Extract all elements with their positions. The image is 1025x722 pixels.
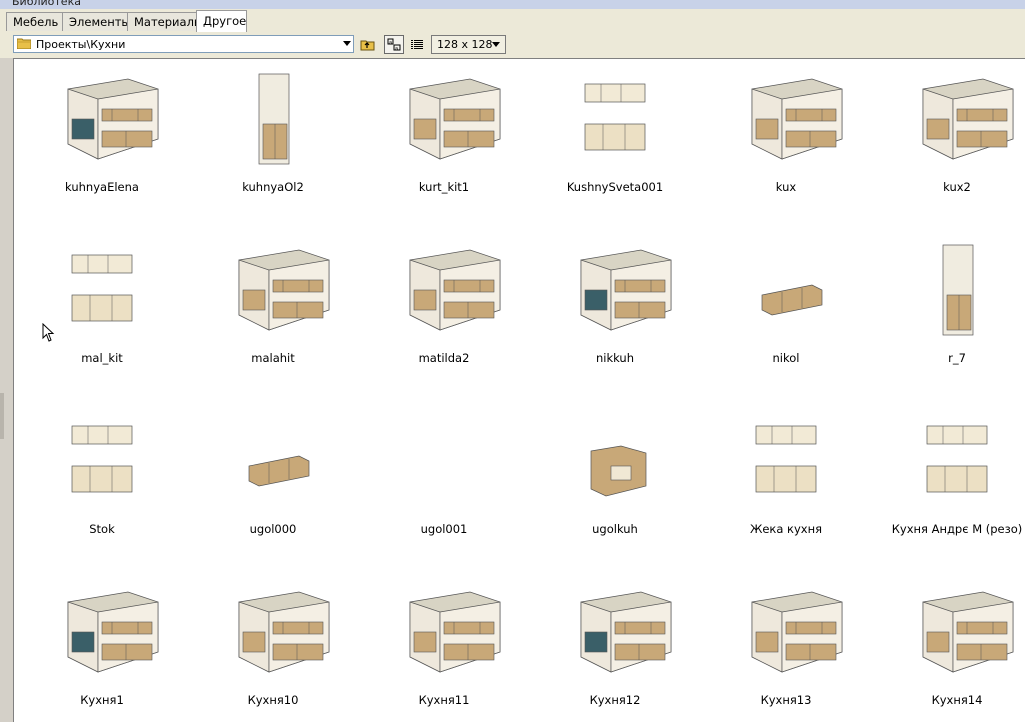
- library-item[interactable]: ugolkuh: [535, 411, 695, 561]
- path-text: Проекты\Кухни: [36, 38, 126, 51]
- library-item[interactable]: Кухня11: [364, 582, 524, 722]
- kitchen-thumbnail-icon: [258, 73, 290, 165]
- kitchen-thumbnail-icon: [409, 591, 501, 673]
- library-item[interactable]: r_7: [877, 240, 1025, 390]
- library-item-label: Кухня1: [80, 693, 124, 707]
- kitchen-thumbnail-icon: [751, 591, 843, 673]
- library-item[interactable]: Кухня Андрє М (резо): [877, 411, 1025, 561]
- list-view-icon: [411, 40, 423, 49]
- kitchen-thumbnail-icon: [580, 591, 672, 673]
- mouse-cursor-icon: [42, 323, 55, 342]
- svg-text:a: a: [389, 40, 392, 46]
- folder-up-button[interactable]: [358, 35, 378, 54]
- window-title: Библиотека: [12, 0, 81, 8]
- library-item[interactable]: kuhnyaOl2: [193, 69, 353, 219]
- library-item-label: kux2: [943, 180, 971, 194]
- large-icons-view-button[interactable]: a a: [384, 35, 404, 54]
- chevron-down-icon[interactable]: [343, 41, 351, 46]
- path-dropdown[interactable]: Проекты\Кухни: [13, 35, 354, 53]
- library-item[interactable]: kux2: [877, 69, 1025, 219]
- library-item-label: matilda2: [418, 351, 470, 365]
- library-item-label: Stok: [89, 522, 115, 536]
- kitchen-thumbnail-icon: [409, 249, 501, 331]
- kitchen-thumbnail-icon: [922, 591, 1014, 673]
- library-item-label: Кухня13: [760, 693, 812, 707]
- kitchen-thumbnail-icon: [248, 455, 310, 487]
- library-item-label: malahit: [251, 351, 295, 365]
- thumbnail-size-select[interactable]: 128 x 128: [431, 35, 506, 54]
- kitchen-thumbnail-icon: [922, 78, 1014, 160]
- tab-elements[interactable]: Элементы: [62, 12, 131, 31]
- library-item[interactable]: malahit: [193, 240, 353, 390]
- library-item[interactable]: Кухня1: [22, 582, 182, 722]
- library-item[interactable]: ugol001: [364, 411, 524, 561]
- library-item[interactable]: mal_kit: [22, 240, 182, 390]
- kitchen-thumbnail-icon: [590, 445, 647, 497]
- library-item[interactable]: Кухня12: [535, 582, 695, 722]
- library-item[interactable]: kurt_kit1: [364, 69, 524, 219]
- library-item[interactable]: ugol000: [193, 411, 353, 561]
- library-item-label: Кухня10: [247, 693, 299, 707]
- kitchen-thumbnail-icon: [71, 425, 133, 493]
- library-item-label: Жека кухня: [749, 522, 823, 536]
- library-item-label: kux: [775, 180, 797, 194]
- library-item[interactable]: matilda2: [364, 240, 524, 390]
- library-item[interactable]: nikkuh: [535, 240, 695, 390]
- library-item[interactable]: kux: [706, 69, 866, 219]
- thumbnail-size-value: 128 x 128: [437, 38, 493, 51]
- library-item[interactable]: kuhnyaElena: [22, 69, 182, 219]
- library-item-label: ugol000: [249, 522, 297, 536]
- library-item[interactable]: Кухня10: [193, 582, 353, 722]
- left-splitter[interactable]: [0, 58, 5, 721]
- kitchen-thumbnail-icon: [238, 591, 330, 673]
- kitchen-thumbnail-icon: [580, 249, 672, 331]
- tab-furniture[interactable]: Мебель: [6, 12, 63, 31]
- list-view-button[interactable]: [407, 35, 427, 54]
- library-item-label: Кухня Андрє М (резо): [891, 522, 1023, 536]
- kitchen-thumbnail-icon: [926, 425, 988, 493]
- library-item[interactable]: KushnySveta001: [535, 69, 695, 219]
- library-item-label: Кухня12: [589, 693, 641, 707]
- kitchen-thumbnail-icon: [942, 244, 974, 336]
- kitchen-thumbnail-icon: [67, 591, 159, 673]
- library-item-label: KushnySveta001: [566, 180, 664, 194]
- kitchen-thumbnail-icon: [751, 78, 843, 160]
- tab-materials[interactable]: Материалы: [127, 12, 203, 31]
- kitchen-thumbnail-icon: [584, 83, 646, 151]
- kitchen-thumbnail-icon: [761, 284, 823, 316]
- library-item-label: Кухня11: [418, 693, 470, 707]
- library-item-label: kuhnyaOl2: [242, 180, 304, 194]
- library-item-label: ugol001: [420, 522, 468, 536]
- folder-icon: [17, 38, 31, 49]
- library-item-label: kuhnyaElena: [65, 180, 139, 194]
- library-item-label: nikkuh: [595, 351, 635, 365]
- library-item[interactable]: Жека кухня: [706, 411, 866, 561]
- thumbnail-grid: kuhnyaElena kuhnyaOl2 kurt_kit1 KushnySveta…: [13, 58, 1025, 722]
- library-item[interactable]: Кухня14: [877, 582, 1025, 722]
- library-item-label: r_7: [948, 351, 966, 365]
- library-item[interactable]: Stok: [22, 411, 182, 561]
- chevron-down-icon[interactable]: [492, 42, 500, 47]
- library-item[interactable]: Кухня13: [706, 582, 866, 722]
- kitchen-thumbnail-icon: [71, 254, 133, 322]
- kitchen-thumbnail-icon: [755, 425, 817, 493]
- kitchen-thumbnail-icon: [238, 249, 330, 331]
- tab-bar: Мебель Элементы Материалы Другое: [0, 9, 1025, 33]
- window-titlebar: Библиотека: [0, 0, 1025, 9]
- folder-up-icon: [360, 40, 375, 51]
- library-item-label: nikol: [772, 351, 800, 365]
- kitchen-thumbnail-icon: [409, 78, 501, 160]
- svg-text:a: a: [395, 46, 398, 52]
- library-item[interactable]: nikol: [706, 240, 866, 390]
- library-item-label: mal_kit: [81, 351, 123, 365]
- library-item-label: Кухня14: [931, 693, 983, 707]
- kitchen-thumbnail-icon: [67, 78, 159, 160]
- library-item-label: kurt_kit1: [418, 180, 470, 194]
- library-item-label: ugolkuh: [592, 522, 638, 536]
- large-icons-view-icon: a a: [387, 38, 401, 52]
- tab-other[interactable]: Другое: [196, 10, 247, 32]
